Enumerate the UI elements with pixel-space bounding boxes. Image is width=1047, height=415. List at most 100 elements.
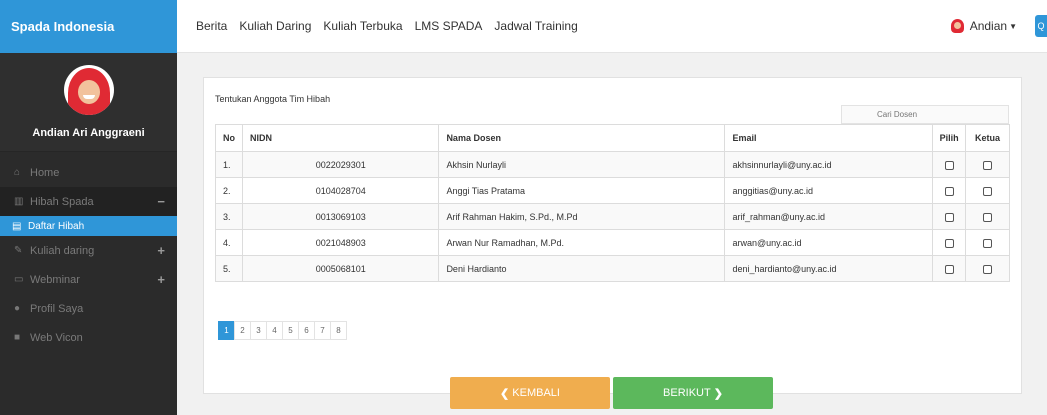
cell-nama: Deni Hardianto <box>438 255 726 282</box>
nav-link-kuliah-terbuka[interactable]: Kuliah Terbuka <box>323 19 402 33</box>
sidebar-item-label: Daftar Hibah <box>28 220 85 232</box>
kembali-label: KEMBALI <box>512 387 560 399</box>
cell-no: 5. <box>215 255 243 282</box>
profile-name: Andian Ari Anggraeni <box>32 127 145 139</box>
table-header-row: No NIDN Nama Dosen Email Pilih Ketua <box>215 124 1010 152</box>
sidebar-item-hibah-spada[interactable]: ▥ Hibah Spada − <box>0 187 177 216</box>
pilih-checkbox[interactable] <box>944 264 954 274</box>
panel-title: Tentukan Anggota Tim Hibah <box>215 94 331 104</box>
cell-no: 4. <box>215 229 243 256</box>
sidebar-item-label: Web Vicon <box>30 331 83 344</box>
home-icon: ⌂ <box>14 167 21 178</box>
cell-nama: Akhsin Nurlayli <box>438 151 726 178</box>
profile-panel: Andian Ari Anggraeni <box>0 53 177 152</box>
search-dosen-input[interactable] <box>841 105 1009 124</box>
sidebar-item-profil-saya[interactable]: ● Profil Saya <box>0 294 177 323</box>
page-8-button[interactable]: 8 <box>330 321 347 340</box>
content-panel: Tentukan Anggota Tim Hibah No NIDN Nama … <box>203 77 1022 394</box>
ketua-checkbox[interactable] <box>983 212 993 222</box>
ketua-checkbox[interactable] <box>983 186 993 196</box>
page-2-button[interactable]: 2 <box>234 321 251 340</box>
edit-icon: ✎ <box>14 245 23 256</box>
brand-title[interactable]: Spada Indonesia <box>0 0 177 53</box>
page-3-button[interactable]: 3 <box>250 321 267 340</box>
caret-down-icon: ▼ <box>1009 21 1017 31</box>
cell-email: akhsinnurlayli@uny.ac.id <box>724 151 934 178</box>
header-nama: Nama Dosen <box>438 124 726 152</box>
pagination: 1 2 3 4 5 6 7 8 <box>218 321 347 340</box>
expand-icon[interactable]: + <box>157 243 165 258</box>
nav-link-kuliah-daring[interactable]: Kuliah Daring <box>239 19 311 33</box>
table-row: 5. 0005068101 Deni Hardianto deni_hardia… <box>215 255 1010 282</box>
cell-no: 1. <box>215 151 243 178</box>
sidebar-item-daftar-hibah[interactable]: ▤ Daftar Hibah <box>0 216 177 236</box>
user-avatar-icon <box>950 19 964 33</box>
user-name: Andian <box>969 19 1008 33</box>
sidebar-menu: ⌂ Home ▥ Hibah Spada − ▤ Daftar Hibah ✎ … <box>0 152 177 352</box>
sidebar-item-web-vicon[interactable]: ■ Web Vicon <box>0 323 177 352</box>
header-pilih: Pilih <box>932 124 967 152</box>
ketua-checkbox[interactable] <box>983 238 993 248</box>
sidebar-item-webminar[interactable]: ▭ Webminar + <box>0 265 177 294</box>
cell-nama: Anggi Tias Pratama <box>438 177 726 204</box>
chevron-left-icon: ❮ <box>500 387 513 400</box>
cell-email: arwan@uny.ac.id <box>724 229 934 256</box>
user-menu[interactable]: Andian ▼ <box>950 19 1017 33</box>
user-icon: ● <box>14 303 21 314</box>
cell-email: anggitias@uny.ac.id <box>724 177 934 204</box>
pilih-checkbox[interactable] <box>944 160 954 170</box>
pilih-checkbox[interactable] <box>944 238 954 248</box>
pilih-checkbox[interactable] <box>944 212 954 222</box>
page-7-button[interactable]: 7 <box>314 321 331 340</box>
ketua-checkbox[interactable] <box>983 160 993 170</box>
ketua-checkbox[interactable] <box>983 264 993 274</box>
monitor-icon: ▭ <box>14 274 24 285</box>
sidebar-item-label: Hibah Spada <box>30 195 94 208</box>
cell-no: 3. <box>215 203 243 230</box>
table-row: 3. 0013069103 Arif Rahman Hakim, S.Pd., … <box>215 203 1010 230</box>
members-table: No NIDN Nama Dosen Email Pilih Ketua 1. … <box>215 124 1010 282</box>
cell-no: 2. <box>215 177 243 204</box>
table-row: 4. 0021048903 Arwan Nur Ramadhan, M.Pd. … <box>215 229 1010 256</box>
cell-nidn: 0013069103 <box>241 203 440 230</box>
sidebar-item-label: Profil Saya <box>30 302 84 315</box>
cell-nama: Arif Rahman Hakim, S.Pd., M.Pd <box>438 203 726 230</box>
nav-link-berita[interactable]: Berita <box>196 19 227 33</box>
berikut-label: BERIKUT <box>663 387 711 399</box>
sidebar-item-kuliah-daring[interactable]: ✎ Kuliah daring + <box>0 236 177 265</box>
avatar <box>63 65 114 115</box>
header-email: Email <box>724 124 934 152</box>
pilih-checkbox[interactable] <box>944 186 954 196</box>
nav-link-jadwal-training[interactable]: Jadwal Training <box>494 19 577 33</box>
sidebar-item-home[interactable]: ⌂ Home <box>0 158 177 187</box>
search-icon[interactable]: Q <box>1035 15 1047 37</box>
page-4-button[interactable]: 4 <box>266 321 283 340</box>
chevron-right-icon: ❯ <box>710 387 723 400</box>
header-no: No <box>215 124 243 152</box>
table-row: 1. 0022029301 Akhsin Nurlayli akhsinnurl… <box>215 151 1010 178</box>
sidebar: Spada Indonesia Andian Ari Anggraeni ⌂ H… <box>0 0 177 415</box>
document-icon: ▤ <box>12 220 22 232</box>
page-5-button[interactable]: 5 <box>282 321 299 340</box>
cell-nidn: 0022029301 <box>241 151 440 178</box>
cell-email: arif_rahman@uny.ac.id <box>724 203 934 230</box>
expand-icon[interactable]: + <box>157 272 165 287</box>
sidebar-item-label: Kuliah daring <box>30 244 95 257</box>
cell-nidn: 0005068101 <box>241 255 440 282</box>
video-icon: ■ <box>14 332 21 343</box>
berikut-button[interactable]: BERIKUT ❯ <box>613 377 773 409</box>
cell-nidn: 0021048903 <box>241 229 440 256</box>
table-row: 2. 0104028704 Anggi Tias Pratama anggiti… <box>215 177 1010 204</box>
header-nidn: NIDN <box>241 124 440 152</box>
cell-nama: Arwan Nur Ramadhan, M.Pd. <box>438 229 726 256</box>
book-icon: ▥ <box>14 196 24 207</box>
sidebar-item-label: Webminar <box>30 273 80 286</box>
page-1-button[interactable]: 1 <box>218 321 235 340</box>
sidebar-item-label: Home <box>30 166 60 179</box>
page-6-button[interactable]: 6 <box>298 321 315 340</box>
cell-email: deni_hardianto@uny.ac.id <box>724 255 934 282</box>
collapse-icon[interactable]: − <box>157 194 165 209</box>
header-ketua: Ketua <box>965 124 1010 152</box>
kembali-button[interactable]: ❮ KEMBALI <box>450 377 610 409</box>
nav-link-lms-spada[interactable]: LMS SPADA <box>415 19 483 33</box>
